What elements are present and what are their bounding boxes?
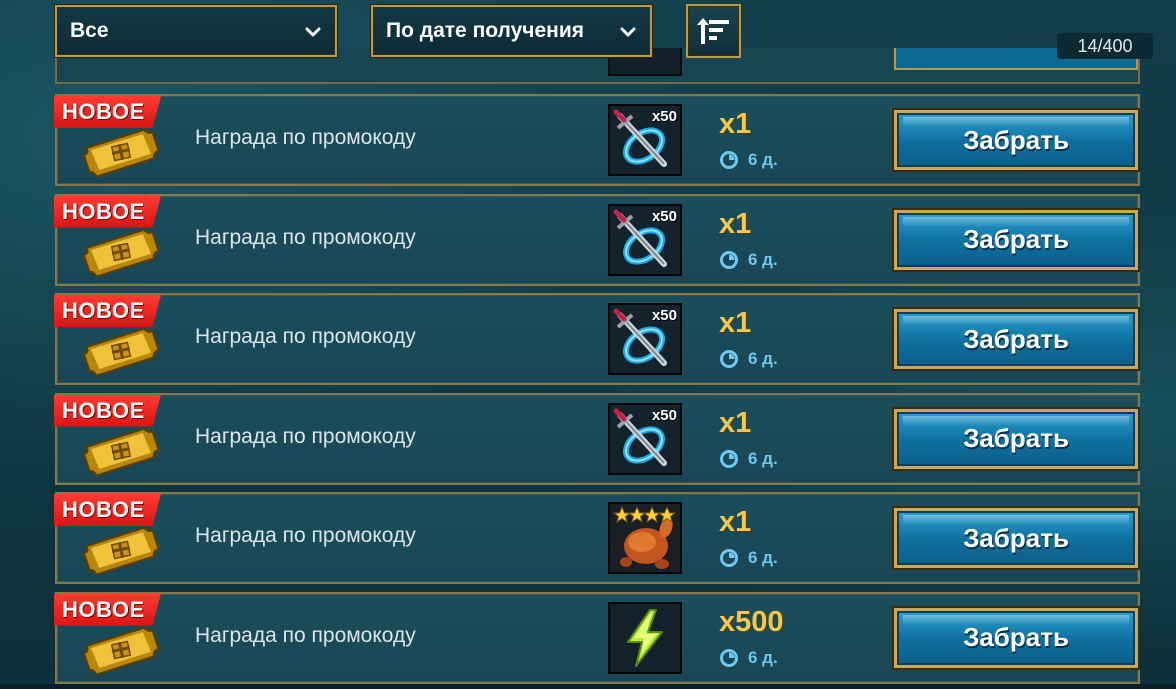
clock-icon	[720, 549, 738, 567]
reward-item-slot[interactable]: x50	[608, 104, 682, 176]
reward-row: НОВОЕ Награда по промокоду x50 x1 6 д. З…	[54, 193, 1140, 286]
expiry-timer: 6 д.	[720, 349, 778, 369]
reward-row: НОВОЕ Награда по промокоду x50 x1 6 д. З…	[54, 94, 1140, 186]
item-stack-count: x50	[651, 108, 677, 125]
expiry-timer-text: 6 д.	[748, 448, 778, 468]
new-badge: НОВОЕ	[54, 96, 161, 128]
reward-item-slot[interactable]: x50	[608, 203, 682, 276]
chevron-down-icon	[305, 27, 321, 37]
reward-row: НОВОЕ Награда по промокоду x50 x1 6 д. З…	[54, 293, 1140, 385]
reward-quantity: x1	[719, 307, 752, 339]
expiry-timer: 6 д.	[720, 648, 778, 668]
expiry-timer-text: 6 д.	[748, 150, 778, 169]
reward-row: НОВОЕ Награда по промокоду x1 6 д. Забра…	[54, 492, 1140, 584]
new-badge: НОВОЕ	[54, 295, 161, 327]
promo-ticket-icon	[82, 626, 160, 676]
category-dropdown-value: Все	[70, 19, 109, 42]
expiry-timer: 6 д.	[720, 150, 778, 170]
category-dropdown[interactable]: Все	[55, 5, 337, 57]
claim-button[interactable]: Забрать	[894, 408, 1138, 469]
reward-quantity: x1	[719, 207, 752, 240]
promo-ticket-icon	[82, 427, 160, 477]
clock-icon	[720, 648, 738, 667]
reward-item-slot[interactable]: x50	[608, 303, 682, 375]
expiry-timer: 6 д.	[720, 250, 778, 270]
claim-button[interactable]: Забрать	[894, 209, 1138, 270]
sort-dropdown-value: По дате получения	[386, 19, 585, 42]
item-stack-count: x50	[651, 406, 677, 424]
clock-icon	[720, 449, 738, 468]
reward-row: НОВОЕ Награда по промокоду x50 x1 6 д. З…	[54, 392, 1140, 485]
claim-button[interactable]: Забрать	[894, 110, 1138, 170]
reward-description: Награда по промокоду	[195, 524, 416, 547]
bottom-edge	[0, 684, 1176, 689]
inbox-counter: 14/400	[1057, 33, 1153, 59]
reward-description: Награда по промокоду	[195, 126, 416, 149]
inbox-screen: Все По дате получения 14/400 НОВОЕ Награ…	[0, 0, 1176, 689]
expiry-timer-text: 6 д.	[748, 249, 778, 269]
new-badge: НОВОЕ	[54, 593, 161, 626]
reward-item-slot[interactable]	[608, 502, 682, 574]
reward-quantity: x1	[719, 108, 752, 140]
sort-dropdown[interactable]: По дате получения	[371, 5, 652, 57]
reward-quantity: x500	[719, 605, 784, 638]
item-stack-count: x50	[651, 207, 677, 225]
reward-quantity: x1	[719, 506, 752, 538]
item-stack-count: x50	[651, 307, 677, 324]
roast-chicken-icon	[610, 504, 680, 572]
new-badge: НОВОЕ	[54, 394, 161, 427]
claim-button[interactable]: Забрать	[894, 508, 1138, 568]
claim-button[interactable]: Забрать	[894, 309, 1138, 369]
reward-description: Награда по промокоду	[195, 225, 416, 249]
expiry-timer-text: 6 д.	[748, 349, 778, 368]
sort-order-button[interactable]	[686, 4, 741, 58]
reward-quantity: x1	[719, 406, 752, 439]
clock-icon	[720, 250, 738, 269]
expiry-timer-text: 6 д.	[748, 548, 778, 567]
reward-item-slot[interactable]: x50	[608, 402, 682, 475]
clock-icon	[720, 350, 738, 368]
reward-description: Награда по промокоду	[195, 623, 416, 647]
clock-icon	[720, 151, 738, 169]
chevron-down-icon	[620, 27, 636, 37]
new-badge: НОВОЕ	[54, 494, 161, 526]
claim-button[interactable]: Забрать	[894, 607, 1138, 668]
expiry-timer: 6 д.	[720, 548, 778, 568]
reward-row: НОВОЕ Награда по промокоду x500 6 д. Заб…	[54, 591, 1140, 684]
promo-ticket-icon	[82, 526, 160, 576]
new-badge: НОВОЕ	[54, 195, 161, 228]
reward-item-slot[interactable]	[608, 601, 682, 674]
expiry-timer-text: 6 д.	[748, 647, 778, 667]
reward-description: Награда по промокоду	[195, 325, 416, 348]
expiry-timer: 6 д.	[720, 449, 778, 469]
reward-description: Награда по промокоду	[195, 424, 416, 448]
filter-bar: Все По дате получения 14/400	[0, 0, 1176, 66]
promo-ticket-icon	[82, 228, 160, 278]
energy-bolt-icon	[610, 603, 680, 672]
sort-order-icon	[697, 18, 729, 44]
promo-ticket-icon	[82, 327, 160, 377]
promo-ticket-icon	[82, 128, 160, 178]
